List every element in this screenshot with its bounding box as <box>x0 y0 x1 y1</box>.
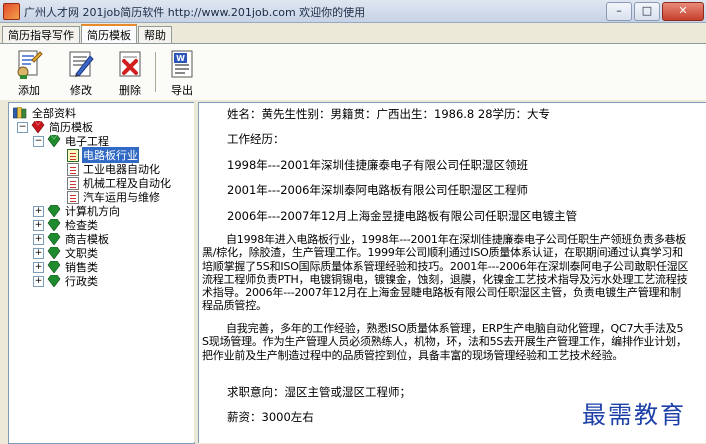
tree-item-auto[interactable]: 汽车运用与维修 <box>67 190 161 204</box>
delete-button[interactable]: 删除 <box>111 48 149 98</box>
tree-item-electronics[interactable]: − 电子工程 <box>33 134 110 148</box>
expand-icon[interactable]: + <box>33 233 44 245</box>
emerald-icon <box>47 205 61 217</box>
tab-resume-guide[interactable]: 简历指导写作 <box>2 26 80 44</box>
tree-label: 行政类 <box>65 275 98 288</box>
job-intention: 求职意向：湿区主管或湿区工程师； <box>227 385 411 399</box>
document-icon <box>67 148 79 162</box>
collapse-icon[interactable]: − <box>17 121 28 133</box>
close-button[interactable]: ✕ <box>662 2 704 21</box>
experience-title: 工作经历： <box>227 132 285 146</box>
summary-paragraph: 自1998年进入电路板行业，1998年---2001年在深圳佳捷廉泰电子公司任职… <box>202 233 689 313</box>
experience-item: 2006年---2007年12月上海金昱捷电路板有限公司任职湿区电镀主管 <box>227 209 578 223</box>
tree-item-mechanical[interactable]: 机械工程及自动化 <box>67 176 172 190</box>
tab-resume-template[interactable]: 简历模板 <box>81 24 137 45</box>
tree-item-template[interactable]: − 简历模板 <box>17 120 94 134</box>
summary-paragraph: 自我完善，多年的工作经验，熟悉ISO质量体系管理，ERP生产电脑自动化管理，QC… <box>202 322 687 362</box>
expand-icon[interactable]: + <box>33 261 44 273</box>
app-icon <box>3 3 20 20</box>
edit-doc-icon <box>69 51 94 77</box>
document-icon <box>67 190 79 204</box>
resume-content[interactable]: 姓名：黄先生性别：男籍贯：广西出生：1986.8 28学历：大专 工作经历： 1… <box>198 102 706 443</box>
minimize-button[interactable]: – <box>606 2 632 21</box>
experience-item: 1998年---2001年深圳佳捷廉泰电子有限公司任职湿区领班 <box>227 158 528 172</box>
edit-button[interactable]: 修改 <box>62 48 100 98</box>
edit-label: 修改 <box>70 84 92 97</box>
add-doc-icon <box>17 50 43 79</box>
export-button[interactable]: W 导出 <box>163 48 201 98</box>
emerald-icon <box>47 135 61 147</box>
tree-item-pcb[interactable]: 电路板行业 <box>67 147 139 163</box>
toolbar: 添加 修改 删除 W 导出 <box>0 44 706 100</box>
expand-icon[interactable]: + <box>33 275 44 287</box>
delete-label: 删除 <box>119 84 141 97</box>
expand-icon[interactable]: + <box>33 205 44 217</box>
tree-item-root[interactable]: 全部资料 <box>13 106 77 120</box>
document-icon <box>67 162 79 176</box>
watermark: 最需教育 <box>582 401 686 429</box>
tab-bar: 简历指导写作 简历模板 帮助 <box>2 24 173 45</box>
window-title: 广州人才网 201job简历软件 http://www.201job.com 欢… <box>24 6 366 19</box>
add-label: 添加 <box>18 84 40 97</box>
books-icon <box>13 107 27 119</box>
maximize-button[interactable]: □ <box>634 2 660 21</box>
tab-help[interactable]: 帮助 <box>138 26 172 44</box>
emerald-icon <box>47 247 61 259</box>
document-icon <box>67 176 79 190</box>
word-doc-icon: W <box>171 50 193 78</box>
tree-item-industrial[interactable]: 工业电器自动化 <box>67 162 161 176</box>
resume-header: 姓名：黄先生性别：男籍贯：广西出生：1986.8 28学历：大专 <box>227 107 551 121</box>
emerald-icon <box>47 219 61 231</box>
category-tree: 全部资料 − 简历模板 − 电子工程 电路板行业 工业电器自动化 机械工程及自动… <box>8 102 195 444</box>
tree-item-sales[interactable]: + 销售类 <box>33 260 99 274</box>
tree-item-admin[interactable]: + 行政类 <box>33 274 99 288</box>
emerald-icon <box>47 261 61 273</box>
toolbar-separator <box>155 52 156 92</box>
tree-item-inspection[interactable]: + 检查类 <box>33 218 99 232</box>
tree-item-clerical[interactable]: + 文职类 <box>33 246 99 260</box>
collapse-icon[interactable]: − <box>33 135 44 147</box>
add-button[interactable]: 添加 <box>10 48 48 98</box>
emerald-icon <box>47 233 61 245</box>
emerald-icon <box>47 275 61 287</box>
tree-item-computer[interactable]: + 计算机方向 <box>33 204 121 218</box>
expand-icon[interactable]: + <box>33 219 44 231</box>
tree-item-business[interactable]: + 商吉模板 <box>33 232 110 246</box>
ruby-icon <box>31 121 45 133</box>
title-bar: 广州人才网 201job简历软件 http://www.201job.com 欢… <box>0 0 706 23</box>
svg-text:W: W <box>176 54 185 63</box>
salary: 薪资：3000左右 <box>227 410 314 424</box>
expand-icon[interactable]: + <box>33 247 44 259</box>
delete-doc-icon <box>119 51 141 77</box>
experience-item: 2001年---2006年深圳泰阿电路板有限公司任职湿区工程师 <box>227 183 528 197</box>
export-label: 导出 <box>171 84 193 97</box>
